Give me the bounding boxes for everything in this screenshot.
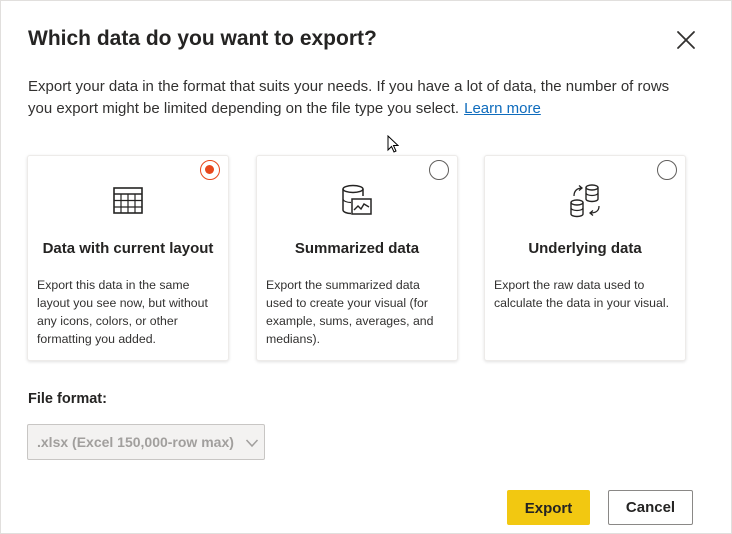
option-title: Summarized data xyxy=(294,240,420,257)
file-format-dropdown[interactable]: .xlsx (Excel 150,000-row max) xyxy=(27,424,265,460)
option-card-summarized[interactable]: Summarized data Export the summarized da… xyxy=(256,155,458,361)
option-description: Export the raw data used to calculate th… xyxy=(494,278,669,310)
export-button[interactable]: Export xyxy=(507,490,590,525)
option-title: Data with current layout xyxy=(42,240,214,257)
option-card-underlying[interactable]: Underlying data Export the raw data used… xyxy=(484,155,686,361)
radio-underlying[interactable] xyxy=(657,160,677,180)
cancel-button[interactable]: Cancel xyxy=(608,490,693,525)
option-card-current-layout[interactable]: Data with current layout Export this dat… xyxy=(27,155,229,361)
file-format-label: File format: xyxy=(28,391,107,407)
mouse-cursor-icon xyxy=(387,135,399,153)
database-chart-icon xyxy=(342,184,372,215)
radio-summarized[interactable] xyxy=(429,160,449,180)
dialog-description: Export your data in the format that suit… xyxy=(28,76,688,120)
dialog-title: Which data do you want to export? xyxy=(28,27,377,50)
option-description: Export the summarized data used to creat… xyxy=(266,278,434,346)
database-sync-icon xyxy=(570,184,600,218)
close-icon[interactable] xyxy=(673,27,699,53)
description-text: Export your data in the format that suit… xyxy=(28,78,670,117)
file-format-value: .xlsx (Excel 150,000-row max) xyxy=(37,434,234,450)
export-dialog: Which data do you want to export? Export… xyxy=(0,0,732,534)
table-icon xyxy=(113,187,143,214)
option-description: Export this data in the same layout you … xyxy=(37,278,208,346)
chevron-down-icon xyxy=(245,439,259,448)
learn-more-link[interactable]: Learn more xyxy=(464,100,541,117)
option-title: Underlying data xyxy=(528,240,642,257)
radio-current-layout[interactable] xyxy=(200,160,220,180)
